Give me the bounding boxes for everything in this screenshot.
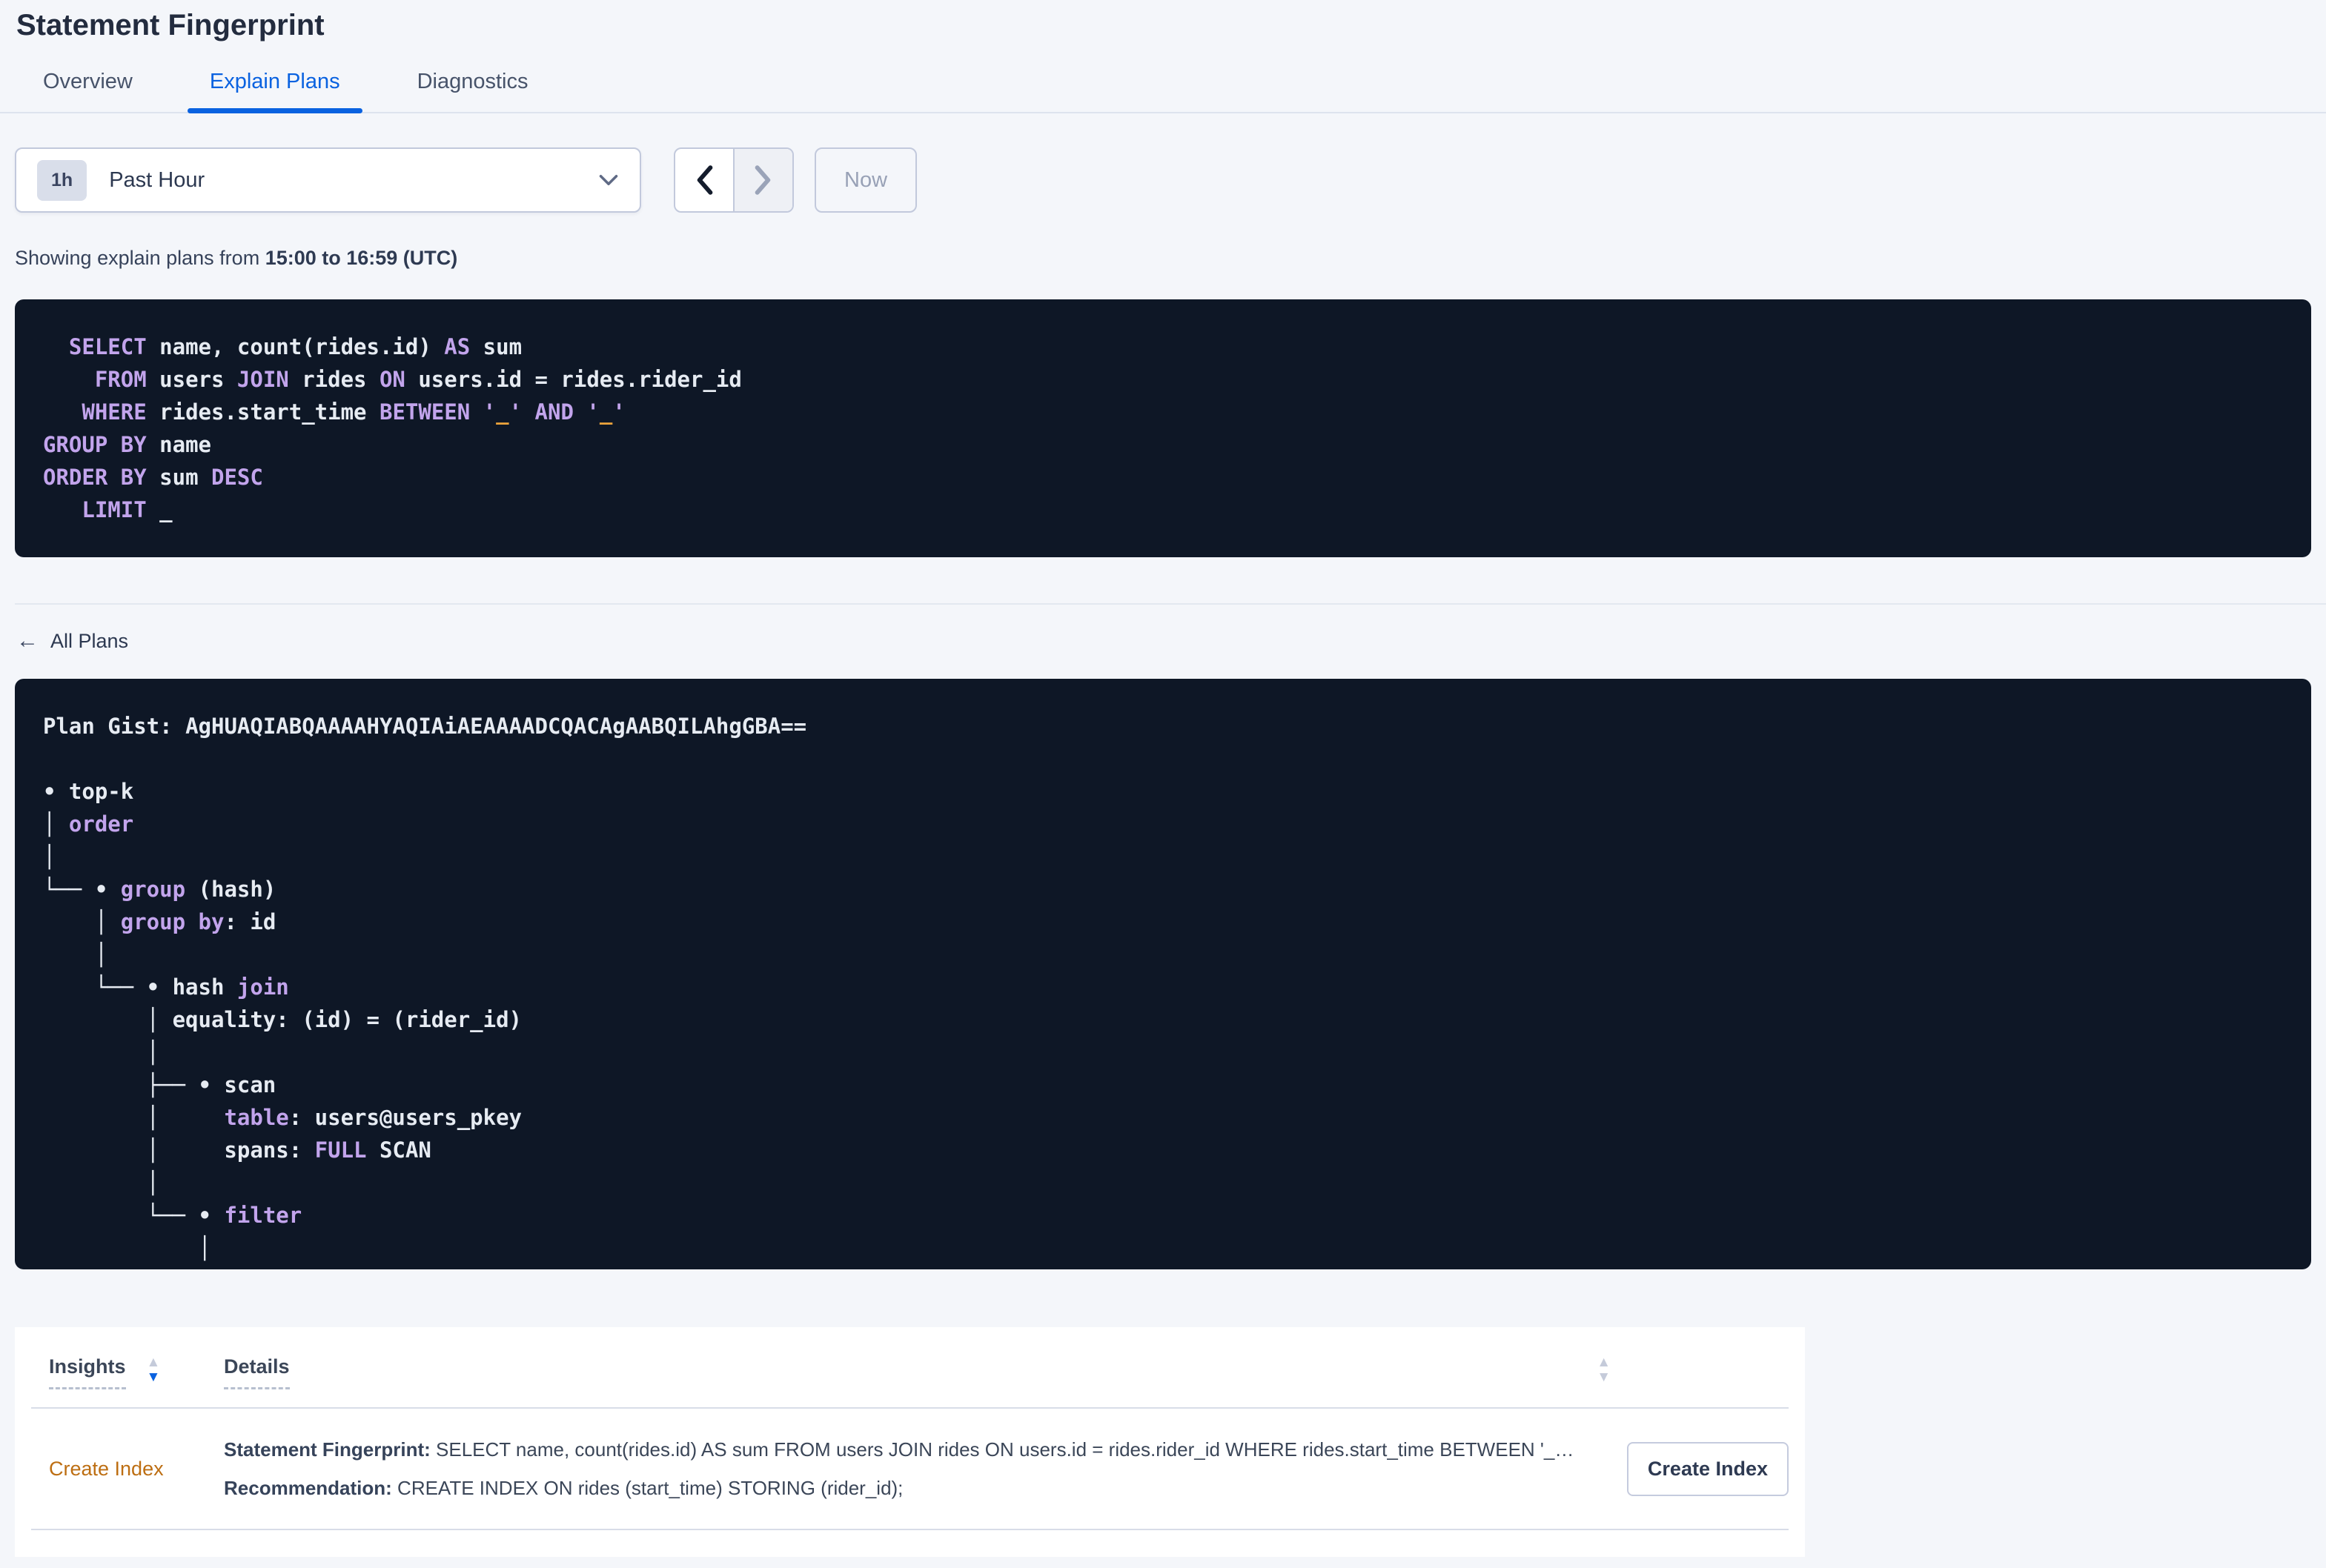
plan-gist-line: Plan Gist: AgHUAQIABQAAAAHYAQIAiAEAAAADC… xyxy=(43,710,2283,743)
plan-gist-value: AgHUAQIABQAAAAHYAQIAiAEAAAADCQACAgAABQIL… xyxy=(185,714,807,739)
time-range-label: Past Hour xyxy=(109,167,205,192)
previous-time-button[interactable] xyxy=(675,149,733,211)
sort-desc-icon: ▼ xyxy=(146,1369,161,1385)
insights-sort-icon[interactable]: ▲ ▼ xyxy=(147,1355,161,1385)
action-cell: Create Index xyxy=(1611,1441,1789,1496)
back-arrow-icon: ← xyxy=(16,628,39,653)
details-cell: Statement Fingerprint: SELECT name, coun… xyxy=(224,1437,1611,1501)
sql-statement-preview: SELECT name, count(rides.id) AS sum FROM… xyxy=(15,299,2311,557)
table-row-divider xyxy=(31,1529,1789,1530)
create-index-link[interactable]: Create Index xyxy=(49,1458,164,1481)
sort-asc-icon: ▲ xyxy=(146,1355,161,1370)
next-time-button[interactable] xyxy=(733,149,792,211)
showing-plans-prefix: Showing explain plans from xyxy=(15,247,265,269)
recommendation-text: CREATE INDEX ON rides (start_time) STORI… xyxy=(391,1477,904,1499)
duration-badge: 1h xyxy=(37,159,87,201)
insights-header-label: Insights xyxy=(49,1355,126,1389)
all-plans-back-link[interactable]: ← All Plans xyxy=(15,628,128,654)
insights-table-card: Insights ▲ ▼ Details ▲ ▼ Create Index St… xyxy=(15,1327,1805,1557)
plan-gist-label: Plan Gist: xyxy=(43,714,173,739)
chevron-right-icon xyxy=(755,165,771,195)
section-divider xyxy=(15,603,2326,605)
sort-desc-icon: ▼ xyxy=(1597,1369,1611,1385)
chevron-down-icon xyxy=(598,173,619,187)
tab-diagnostics[interactable]: Diagnostics xyxy=(395,70,551,112)
create-index-button[interactable]: Create Index xyxy=(1626,1441,1789,1496)
tab-bar: Overview Explain Plans Diagnostics xyxy=(0,70,2326,113)
now-button[interactable]: Now xyxy=(815,147,918,213)
insight-cell: Create Index xyxy=(31,1458,224,1481)
insights-table-header: Insights ▲ ▼ Details ▲ ▼ xyxy=(31,1327,1789,1407)
time-range-dropdown[interactable]: 1h Past Hour xyxy=(15,147,641,213)
details-sort-icon[interactable]: ▲ ▼ xyxy=(1597,1355,1611,1385)
statement-fingerprint-line: Statement Fingerprint: SELECT name, coun… xyxy=(224,1437,1611,1462)
all-plans-label: All Plans xyxy=(50,629,129,652)
time-pager xyxy=(674,147,794,213)
tab-overview[interactable]: Overview xyxy=(21,70,155,112)
chevron-left-icon xyxy=(697,165,713,195)
statement-fingerprint-text: SELECT name, count(rides.id) AS sum FROM… xyxy=(430,1438,1574,1461)
page-title: Statement Fingerprint xyxy=(16,9,325,41)
plan-tree: • top-k │ order │ └── • group (hash) │ grou… xyxy=(43,779,523,1260)
tab-explain-plans[interactable]: Explain Plans xyxy=(187,70,362,113)
recommendation-label: Recommendation: xyxy=(224,1477,392,1499)
time-controls: 1h Past Hour Now xyxy=(15,147,2311,213)
recommendation-line: Recommendation: CREATE INDEX ON rides (s… xyxy=(224,1475,1611,1501)
plan-gist-box: Plan Gist: AgHUAQIABQAAAAHYAQIAiAEAAAADC… xyxy=(15,679,2311,1269)
insights-column-header[interactable]: Insights ▲ ▼ xyxy=(31,1355,224,1389)
sort-asc-icon: ▲ xyxy=(1597,1355,1611,1370)
showing-plans-text: Showing explain plans from 15:00 to 16:5… xyxy=(15,247,2311,270)
table-row: Create Index Statement Fingerprint: SELE… xyxy=(31,1409,1789,1529)
statement-fingerprint-label: Statement Fingerprint: xyxy=(224,1438,431,1461)
showing-plans-range: 15:00 to 16:59 (UTC) xyxy=(265,247,458,269)
details-column-header[interactable]: Details ▲ ▼ xyxy=(224,1355,1611,1389)
details-header-label: Details xyxy=(224,1355,290,1389)
explain-plans-page: Statement Fingerprint Overview Explain P… xyxy=(0,7,2326,1557)
